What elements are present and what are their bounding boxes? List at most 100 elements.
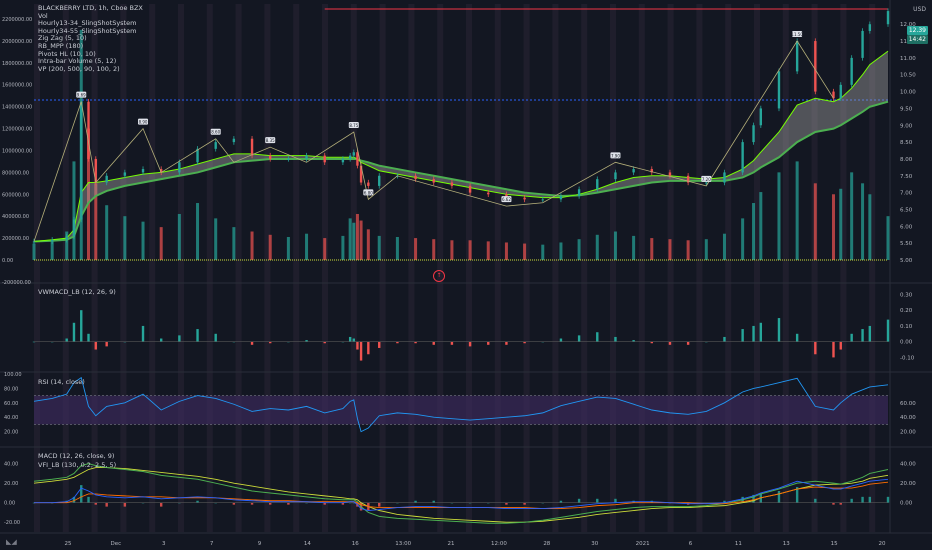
- vwmacd-bar: [668, 341, 672, 345]
- session-stripe: [322, 4, 328, 532]
- last-price-tag: 12.39: [906, 26, 928, 35]
- vwmacd-bar: [450, 341, 454, 345]
- volume-bar: [250, 231, 254, 260]
- candle-body: [250, 138, 254, 156]
- session-stripe: [782, 4, 789, 532]
- candle-body: [432, 179, 435, 183]
- volume-bar: [232, 227, 236, 260]
- macd-histogram-bar: [105, 502, 108, 507]
- candle-body: [269, 155, 272, 159]
- price-axis-tick: 6.50: [900, 207, 913, 213]
- macd-histogram-bar: [850, 498, 853, 503]
- macd-left-axis-tick: 20.00: [4, 481, 18, 487]
- candle-body: [214, 142, 217, 149]
- session-stripe: [494, 4, 501, 532]
- candle-body: [178, 162, 181, 173]
- candle-body: [523, 197, 526, 200]
- vwmacd-bar: [505, 341, 508, 345]
- candle-body: [814, 41, 817, 92]
- vwmacd-bar: [559, 338, 563, 342]
- vwmacd-bar: [777, 318, 781, 342]
- volume-bar: [268, 234, 272, 260]
- candle-body: [450, 182, 454, 186]
- indicator-label[interactable]: VP (200, 500, 90, 100, 2): [38, 65, 143, 74]
- candle-body: [668, 172, 672, 176]
- vwmacd-bar: [80, 310, 83, 342]
- session-stripe: [667, 4, 674, 532]
- vwmacd-bar: [850, 333, 853, 342]
- macd-histogram-bar: [159, 502, 163, 507]
- vwmacd-bar: [839, 341, 842, 350]
- volume-bar: [777, 172, 781, 260]
- volume-axis-tick: 1400000.00: [2, 105, 32, 111]
- candle-body: [341, 158, 345, 163]
- session-stripe: [696, 4, 703, 532]
- candle-body: [777, 71, 781, 109]
- price-axis-tick: 6.00: [900, 224, 913, 230]
- pivot-label: 8.35: [266, 138, 275, 143]
- volume-bar: [831, 194, 835, 260]
- vwmacd-axis-tick: 0.30: [900, 292, 913, 298]
- volume-bar: [504, 242, 508, 260]
- rsi-left-axis-tick: 100.00: [4, 372, 22, 378]
- candle-body: [705, 182, 708, 184]
- macd-histogram-bar: [861, 496, 864, 503]
- volume-bar: [432, 239, 436, 260]
- time-axis-tick: 13: [783, 541, 790, 547]
- volume-bar: [414, 238, 418, 260]
- volume-bar: [341, 235, 345, 260]
- session-stripe: [178, 4, 184, 532]
- volume-bar: [450, 240, 454, 260]
- volume-bar: [577, 239, 581, 260]
- vwmacd-bar: [861, 329, 864, 342]
- symbol-title: BLACKBERRY LTD, 1h, Cboe BZX: [38, 4, 143, 12]
- candle-body: [123, 172, 127, 176]
- candle-body: [305, 155, 308, 159]
- chart-canvas[interactable]: 2200000.00 2000000.00 1800000.00 1600000.00…: [0, 0, 932, 550]
- volume-axis-tick: 400000.00: [2, 214, 29, 220]
- vwmacd-bar: [178, 335, 181, 342]
- volume-bar: [352, 222, 356, 260]
- pivot-label: 9.69: [77, 93, 86, 98]
- candle-body: [752, 125, 755, 143]
- volume-axis-tick: 1000000.00: [2, 148, 32, 154]
- session-stripe: [350, 4, 357, 532]
- vwmacd-axis-tick: 0.00: [900, 340, 913, 346]
- rsi-left-axis-tick: 40.00: [4, 415, 18, 421]
- macd-axis-tick: 40.00: [900, 462, 916, 468]
- vwmacd-bar: [65, 338, 68, 342]
- time-axis-tick: 30: [591, 541, 598, 547]
- candle-body: [759, 108, 763, 126]
- volume-bar: [348, 218, 352, 260]
- session-stripe: [754, 4, 760, 532]
- session-stripe: [264, 4, 271, 532]
- volume-bar: [377, 235, 381, 260]
- volume-bar: [286, 236, 290, 260]
- time-axis-tick: 3: [162, 541, 166, 547]
- volume-bar: [214, 218, 218, 260]
- macd-histogram-bar: [577, 498, 581, 503]
- session-stripe: [408, 4, 415, 532]
- volume-axis-tick: 2200000.00: [2, 17, 32, 23]
- volume-bar: [355, 213, 359, 260]
- macd-left-axis-tick: 40.00: [4, 462, 18, 468]
- volume-bar: [861, 183, 865, 260]
- candle-body: [414, 175, 417, 180]
- macd-axis-tick: 0.00: [900, 501, 913, 507]
- candle-body: [577, 189, 581, 196]
- volume-bar: [523, 243, 527, 260]
- time-axis-tick: 7: [210, 541, 214, 547]
- volume-bar: [468, 240, 472, 260]
- time-axis-tick: 20: [879, 541, 886, 547]
- bar-countdown-tag: 14:42: [906, 35, 928, 44]
- candle-body: [32, 241, 36, 243]
- arrow-up-icon[interactable]: ↑: [433, 270, 445, 282]
- vwmacd-bar: [795, 333, 799, 342]
- price-axis-tick: 8.50: [900, 140, 913, 146]
- session-stripe: [466, 4, 472, 532]
- candle-body: [87, 101, 90, 159]
- time-axis-tick: 11: [735, 541, 742, 547]
- session-stripe: [610, 4, 616, 532]
- macd-left-axis-tick: -20.00: [4, 520, 20, 526]
- candle-body: [614, 172, 617, 180]
